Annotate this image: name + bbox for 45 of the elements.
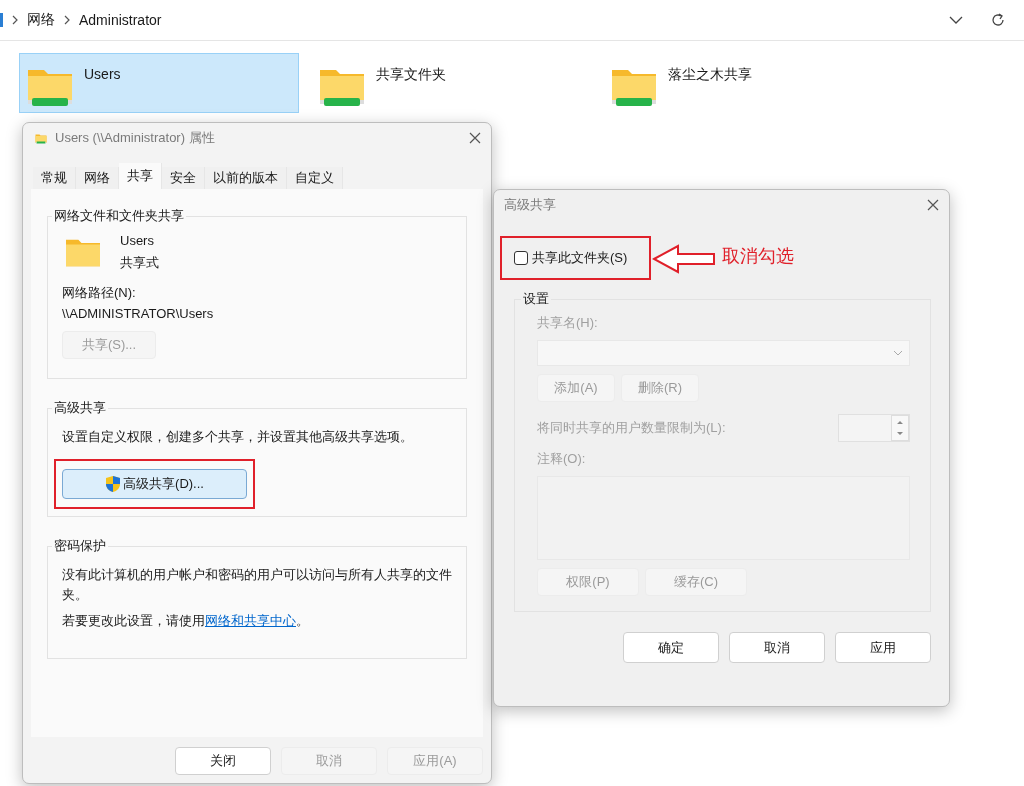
dialog-title: 高级共享 (504, 196, 557, 214)
caret-icon (893, 350, 903, 356)
close-icon[interactable] (469, 132, 481, 144)
checkbox[interactable] (514, 251, 528, 265)
arrow-icon (652, 244, 716, 274)
close-icon[interactable] (927, 199, 939, 211)
share-status: 共享式 (120, 254, 159, 272)
chevron-right-icon (11, 15, 19, 25)
group-heading: 密码保护 (53, 537, 107, 555)
chevron-right-icon (63, 15, 71, 25)
folder-name: 共享文件夹 (376, 66, 446, 84)
advanced-sharing-button[interactable]: 高级共享(D)... (62, 469, 247, 499)
path-label: 网络路径(N): (62, 284, 137, 302)
tab[interactable]: 共享 (119, 163, 162, 189)
spin-arrows-icon (891, 415, 909, 441)
button[interactable]: 确定 (623, 632, 719, 663)
refresh-icon[interactable] (990, 12, 1006, 28)
hint-text: 若要更改此设置，请使用网络和共享中心。 (62, 612, 310, 630)
annotation-text: 取消勾选 (722, 245, 794, 268)
group-heading: 设置 (522, 290, 550, 308)
checkbox-label: 共享此文件夹(S) (532, 249, 628, 267)
folder-name: Users (84, 66, 121, 82)
folder-name: 落尘之木共享 (668, 66, 752, 84)
breadcrumb-item[interactable]: Administrator (79, 12, 162, 28)
folder-icon (33, 132, 49, 144)
button[interactable]: 应用 (835, 632, 931, 663)
folder-icon (66, 237, 100, 268)
button[interactable]: 关闭 (175, 747, 271, 775)
folder-name: Users (120, 233, 155, 248)
network-path: \\ADMINISTRATOR\Users (62, 306, 215, 321)
field-label: 共享名(H): (537, 314, 599, 332)
field-label: 将同时共享的用户数量限制为(L): (537, 419, 726, 437)
folder-item[interactable]: 落尘之木共享 (603, 53, 883, 113)
description: 设置自定义权限，创建多个共享，并设置其他高级共享选项。 (62, 428, 414, 446)
folder-item[interactable]: Users (19, 53, 299, 113)
folder-item[interactable]: 共享文件夹 (311, 53, 591, 113)
button[interactable]: 取消 (729, 632, 825, 663)
group-heading: 高级共享 (53, 399, 107, 417)
group-heading: 网络文件和文件夹共享 (53, 207, 185, 225)
link[interactable]: 网络和共享中心 (205, 613, 296, 628)
breadcrumb-item[interactable]: 网络 (27, 11, 55, 29)
description: 没有此计算机的用户帐户和密码的用户可以访问与所有人共享的文件夹。 (62, 566, 452, 604)
shield-icon (105, 475, 122, 493)
field-label: 注释(O): (537, 450, 587, 468)
dialog-title: Users (\\Administrator) 属性 (55, 129, 216, 147)
